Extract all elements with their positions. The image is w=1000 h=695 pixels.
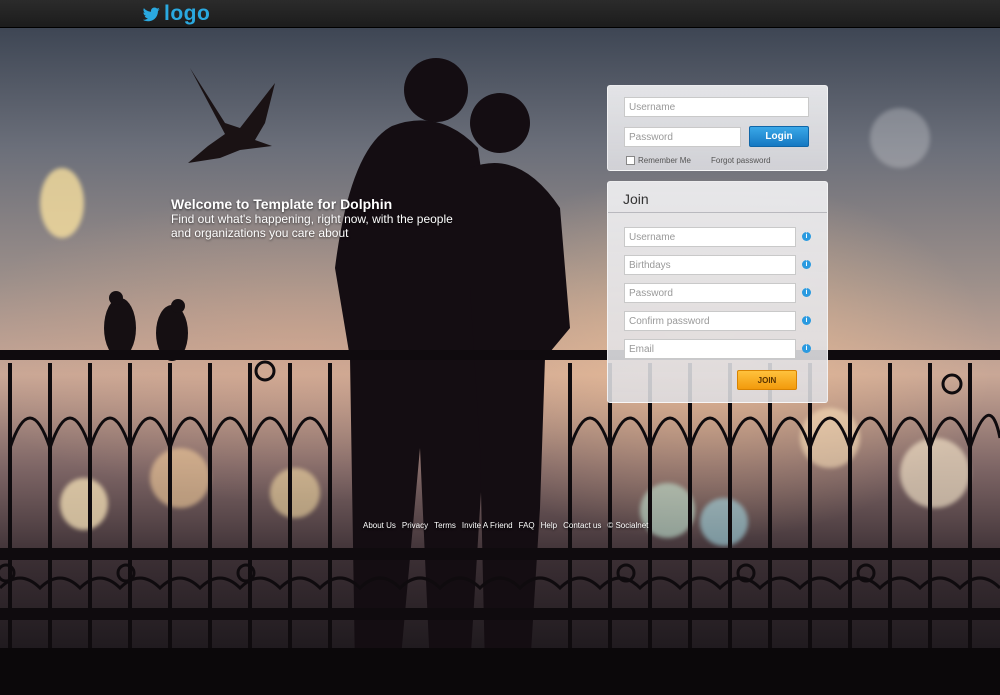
footer-link-help[interactable]: Help (541, 521, 557, 530)
perched-bird-silhouette (104, 298, 136, 358)
join-title: Join (608, 182, 827, 213)
info-icon[interactable]: i (802, 344, 811, 353)
footer-link-privacy[interactable]: Privacy (402, 521, 428, 530)
silhouette-scene (0, 58, 1000, 695)
join-password-input[interactable] (624, 283, 796, 303)
login-button[interactable]: Login (749, 126, 809, 147)
background-photo (0, 28, 1000, 695)
couple-silhouette (335, 58, 570, 668)
twitter-bird-icon (143, 6, 160, 21)
login-panel: Login Remember Me Forgot password (607, 85, 828, 171)
join-panel: Join i i i i i JOIN (607, 181, 828, 403)
footer-link-invite[interactable]: Invite A Friend (462, 521, 513, 530)
join-confirm-password-input[interactable] (624, 311, 796, 331)
footer-link-faq[interactable]: FAQ (519, 521, 535, 530)
footer-link-terms[interactable]: Terms (434, 521, 456, 530)
join-email-input[interactable] (624, 339, 796, 359)
welcome-title: Welcome to Template for Dolphin (171, 196, 393, 212)
footer-link-contact[interactable]: Contact us (563, 521, 601, 530)
welcome-text: Welcome to Template for Dolphin Find out… (171, 196, 491, 240)
remember-me-label: Remember Me (638, 156, 691, 165)
logo-text: logo (164, 2, 211, 25)
info-icon[interactable]: i (802, 316, 811, 325)
footer-copyright: © Socialnet (607, 521, 649, 530)
join-button[interactable]: JOIN (737, 370, 797, 390)
welcome-line-2: and organizations you care about (171, 226, 349, 240)
join-birthday-input[interactable] (624, 255, 796, 275)
info-icon[interactable]: i (802, 232, 811, 241)
footer-link-about[interactable]: About Us (363, 521, 396, 530)
forgot-password-link[interactable]: Forgot password (711, 156, 771, 165)
flying-bird-silhouette (188, 68, 275, 163)
welcome-line-1: Find out what's happening, right now, wi… (171, 212, 453, 226)
info-icon[interactable]: i (802, 260, 811, 269)
login-password-input[interactable] (624, 127, 741, 147)
top-bar: logo (0, 0, 1000, 28)
remember-me[interactable]: Remember Me (626, 156, 691, 165)
info-icon[interactable]: i (802, 288, 811, 297)
login-username-input[interactable] (624, 97, 809, 117)
remember-me-checkbox[interactable] (626, 156, 635, 165)
site-logo[interactable]: logo (143, 2, 210, 26)
join-username-input[interactable] (624, 227, 796, 247)
footer-links: About Us Privacy Terms Invite A Friend F… (363, 521, 648, 530)
